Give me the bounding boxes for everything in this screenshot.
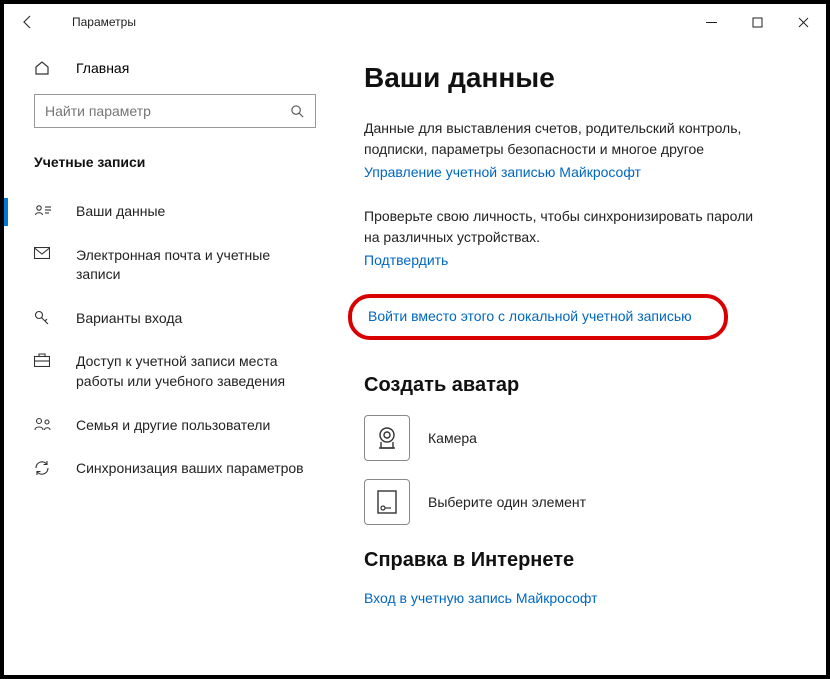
camera-icon: [364, 415, 410, 461]
mail-icon: [34, 247, 54, 259]
sidebar-item-work-access[interactable]: Доступ к учетной записи места работы или…: [4, 340, 334, 403]
sync-icon: [34, 460, 54, 476]
person-card-icon: [34, 203, 54, 217]
sidebar-home-label: Главная: [76, 60, 129, 76]
sidebar-item-email-accounts[interactable]: Электронная почта и учетные записи: [4, 234, 334, 297]
sidebar-item-label: Доступ к учетной записи места работы или…: [76, 352, 314, 391]
window-title: Параметры: [72, 15, 688, 29]
avatar-camera-option[interactable]: Камера: [364, 415, 796, 461]
sidebar-item-label: Электронная почта и учетные записи: [76, 246, 314, 285]
sidebar-section-title: Учетные записи: [4, 136, 334, 184]
page-heading: Ваши данные: [364, 62, 796, 94]
back-button[interactable]: [20, 14, 44, 30]
main-content: Ваши данные Данные для выставления счето…: [334, 40, 826, 675]
search-input-container[interactable]: [34, 94, 316, 128]
help-link[interactable]: Вход в учетную запись Майкрософт: [364, 590, 598, 606]
avatar-camera-label: Камера: [428, 430, 477, 446]
verify-link[interactable]: Подтвердить: [364, 252, 448, 268]
help-heading: Справка в Интернете: [364, 549, 796, 572]
billing-description: Данные для выставления счетов, родительс…: [364, 118, 764, 160]
briefcase-icon: [34, 353, 54, 367]
minimize-button[interactable]: [688, 4, 734, 40]
sidebar-nav: Ваши данные Электронная почта и учетные …: [4, 190, 334, 491]
close-button[interactable]: [780, 4, 826, 40]
sidebar-item-sync[interactable]: Синхронизация ваших параметров: [4, 447, 334, 491]
sidebar: Главная Учетные записи Ваши данные: [4, 40, 334, 675]
titlebar: Параметры: [4, 4, 826, 40]
manage-account-link[interactable]: Управление учетной записью Майкрософт: [364, 164, 641, 180]
sidebar-home[interactable]: Главная: [4, 50, 334, 86]
verify-description: Проверьте свою личность, чтобы синхрониз…: [364, 206, 764, 248]
local-account-highlight: Войти вместо этого с локальной учетной з…: [348, 294, 728, 340]
browse-file-icon: [364, 479, 410, 525]
maximize-button[interactable]: [734, 4, 780, 40]
avatar-browse-option[interactable]: Выберите один элемент: [364, 479, 796, 525]
search-icon: [290, 104, 305, 119]
sidebar-item-family[interactable]: Семья и другие пользователи: [4, 404, 334, 448]
key-icon: [34, 310, 54, 326]
sidebar-item-label: Синхронизация ваших параметров: [76, 459, 304, 479]
people-icon: [34, 417, 54, 431]
sidebar-item-label: Ваши данные: [76, 202, 165, 222]
sidebar-item-signin-options[interactable]: Варианты входа: [4, 297, 334, 341]
home-icon: [34, 60, 58, 76]
avatar-browse-label: Выберите один элемент: [428, 494, 586, 510]
search-input[interactable]: [45, 103, 290, 119]
local-account-link[interactable]: Войти вместо этого с локальной учетной з…: [368, 308, 692, 324]
avatar-heading: Создать аватар: [364, 374, 796, 397]
sidebar-item-label: Варианты входа: [76, 309, 182, 329]
sidebar-item-label: Семья и другие пользователи: [76, 416, 270, 436]
sidebar-item-your-info[interactable]: Ваши данные: [4, 190, 334, 234]
